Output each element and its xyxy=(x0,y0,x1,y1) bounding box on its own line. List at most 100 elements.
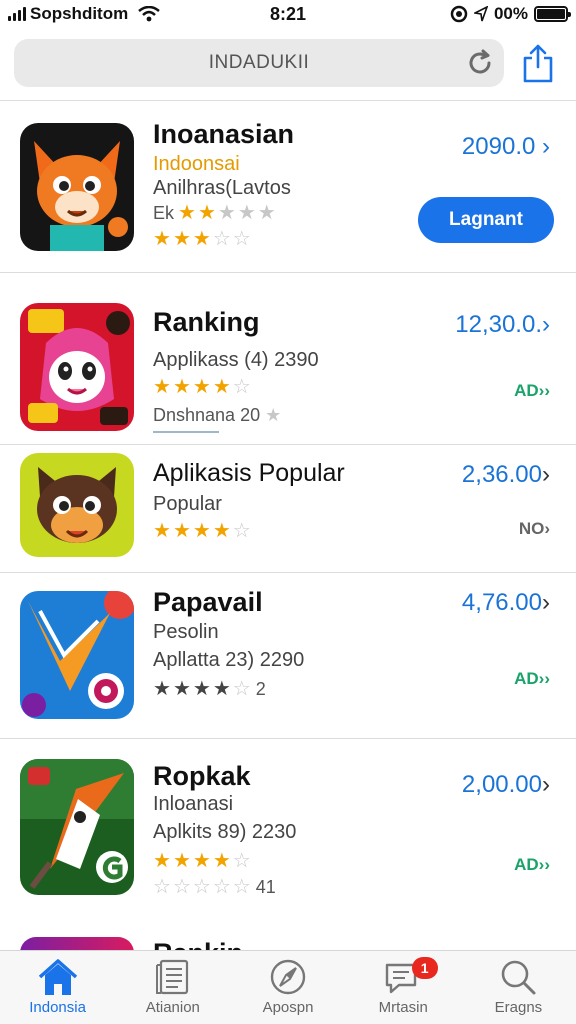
address-bar[interactable]: INDADUKII xyxy=(14,39,504,87)
reload-icon[interactable] xyxy=(466,49,494,77)
compass-icon xyxy=(270,959,306,995)
app-name: Ranking xyxy=(153,307,260,337)
list-item[interactable]: Papavail Pesolin Apllatta 23) 2290 ★ ★ ★ ★ ☆… xyxy=(0,573,576,739)
status-bar: Sopshditom 8:21 00% xyxy=(0,0,576,28)
tab-label: Atianion xyxy=(145,999,200,1016)
star-icon: ★ xyxy=(192,850,211,872)
app-category: Indoonsai xyxy=(153,153,240,175)
app-price[interactable]: 2090.0 › xyxy=(462,133,550,161)
tab-mrtasin[interactable]: 1 Mrtasin xyxy=(346,951,461,1024)
tab-eragns[interactable]: Eragns xyxy=(461,951,576,1024)
star-icon: ☆ xyxy=(232,850,251,872)
ad-badge[interactable]: AD›› xyxy=(514,381,550,401)
tab-atianion[interactable]: Atianion xyxy=(115,951,230,1024)
star-icon: ☆ xyxy=(232,678,251,700)
star-icon: ★ xyxy=(153,376,171,398)
tab-label: Apospn xyxy=(262,999,314,1016)
app-subtitle: Applikass (4) 2390 xyxy=(153,349,319,371)
app-icon-bird[interactable] xyxy=(20,759,134,895)
app-rating: ★ ★ ★ ★ ☆ 2 xyxy=(153,679,266,699)
app-meta: Dnshnana 20 ★ xyxy=(153,405,282,425)
star-icon: ☆ xyxy=(232,520,251,542)
app-subtitle: Anilhras(Lavtos xyxy=(153,177,291,199)
star-icon: ★ xyxy=(153,520,171,542)
star-icon: ★ xyxy=(192,678,211,700)
star-icon: ☆ xyxy=(153,876,171,898)
star-icon: ★ xyxy=(265,405,282,425)
progress-line xyxy=(153,431,219,433)
app-icon-fox[interactable] xyxy=(20,123,134,251)
app-rating: ★ ★ ★ ★ ☆ xyxy=(153,521,251,541)
star-icon: ☆ xyxy=(192,876,211,898)
star-icon: ★ xyxy=(192,376,211,398)
app-rating: ★ ★ ★ ★ ☆ xyxy=(153,851,251,871)
app-subtitle: Popular xyxy=(153,493,222,515)
star-icon: ★ xyxy=(257,202,276,224)
tab-label: Eragns xyxy=(494,999,543,1016)
star-icon: ☆ xyxy=(172,876,191,898)
app-name: Ropkak xyxy=(153,761,251,791)
battery-icon xyxy=(534,6,571,22)
ad-badge[interactable]: AD›› xyxy=(514,669,550,689)
list-item[interactable]: Inoanasian Indoonsai Anilhras(Lavtos Ek … xyxy=(0,101,576,273)
app-name: Inoanasian xyxy=(153,119,295,149)
app-rating-outline: ☆ ☆ ☆ ☆ ☆ 41 xyxy=(153,877,276,897)
star-icon: ★ xyxy=(172,850,191,872)
get-button[interactable]: Lagnant xyxy=(418,197,554,243)
app-rating: ★ ★ ★ ☆ ☆ xyxy=(153,229,251,249)
list-item[interactable]: Ranking Applikass (4) 2390 ★ ★ ★ ★ ☆ Dnshnan… xyxy=(0,273,576,445)
star-icon: ★ xyxy=(212,376,231,398)
info-badge[interactable]: NO› xyxy=(519,519,550,539)
star-icon: ☆ xyxy=(212,876,231,898)
star-icon: ★ xyxy=(237,202,256,224)
rank-number: 2 xyxy=(255,679,266,699)
app-icon-panda[interactable] xyxy=(20,303,134,431)
list-item[interactable]: Aplikasis Popular Popular ★ ★ ★ ★ ☆ 2,36.00›… xyxy=(0,445,576,573)
address-text: INDADUKII xyxy=(208,52,310,73)
star-icon: ★ xyxy=(212,850,231,872)
app-price[interactable]: 12,30.0.› xyxy=(455,311,550,339)
star-icon: ★ xyxy=(153,228,171,250)
app-meta: Ek xyxy=(153,203,175,223)
app-price[interactable]: 2,00.00› xyxy=(462,771,550,799)
star-icon: ★ xyxy=(192,520,211,542)
star-icon: ☆ xyxy=(232,228,251,250)
share-icon[interactable] xyxy=(520,43,556,83)
star-icon: ★ xyxy=(172,376,191,398)
app-price[interactable]: 4,76.00› xyxy=(462,589,550,617)
star-icon: ★ xyxy=(217,202,236,224)
app-list: Inoanasian Indoonsai Anilhras(Lavtos Ek … xyxy=(0,101,576,917)
tab-bar: Indonsia Atianion Apospn 1 Mrtasin Eragn… xyxy=(0,950,576,1024)
rank-number: 41 xyxy=(255,877,276,897)
search-icon xyxy=(502,960,536,995)
star-icon: ★ xyxy=(192,228,211,250)
app-meta: Apllatta 23) 2290 xyxy=(153,649,305,671)
app-name: Aplikasis Popular xyxy=(153,459,345,487)
app-icon-abstract[interactable] xyxy=(20,591,134,719)
star-icon: ★ xyxy=(178,202,196,224)
star-icon: ★ xyxy=(172,520,191,542)
star-icon: ☆ xyxy=(212,228,231,250)
ad-badge[interactable]: AD›› xyxy=(514,855,550,875)
star-icon: ☆ xyxy=(232,876,251,898)
app-icon-raccoon[interactable] xyxy=(20,453,134,557)
star-icon: ★ xyxy=(172,678,191,700)
star-icon: ★ xyxy=(197,202,216,224)
list-item[interactable]: Ropkak Inloanasi Aplkits 89) 2230 ★ ★ ★ ★ ☆ … xyxy=(0,739,576,917)
star-icon: ★ xyxy=(212,678,231,700)
tab-indonsia[interactable]: Indonsia xyxy=(0,951,115,1024)
app-name: Papavail xyxy=(153,587,263,617)
list-icon xyxy=(155,959,188,995)
app-subtitle: Pesolin xyxy=(153,621,219,643)
status-time: 8:21 xyxy=(269,4,307,24)
star-icon: ★ xyxy=(153,850,171,872)
browser-toolbar: INDADUKII xyxy=(14,38,562,88)
star-icon: ★ xyxy=(212,520,231,542)
app-meta: Aplkits 89) 2230 xyxy=(153,821,297,843)
app-rating-small: Ek ★ ★ ★ ★ ★ xyxy=(153,203,276,223)
app-price[interactable]: 2,36.00› xyxy=(462,461,550,489)
star-icon: ☆ xyxy=(232,376,251,398)
app-rating: ★ ★ ★ ★ ☆ xyxy=(153,377,251,397)
tab-apospn[interactable]: Apospn xyxy=(230,951,345,1024)
home-icon xyxy=(38,959,77,995)
